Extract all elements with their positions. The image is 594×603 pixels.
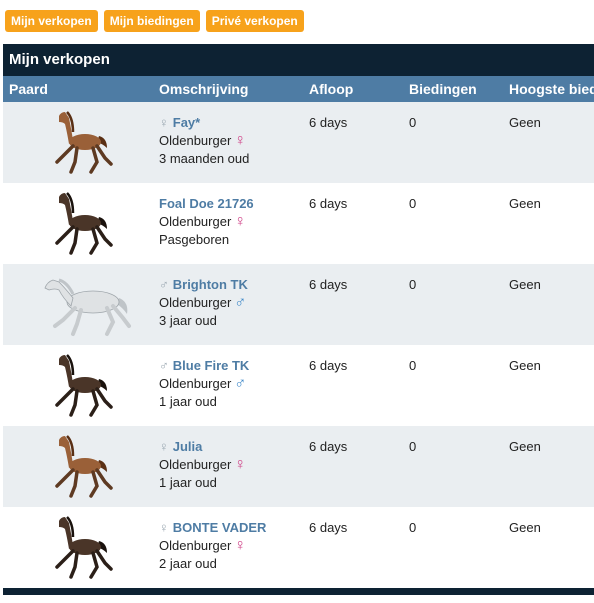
horse-name-link[interactable]: Foal Doe 21726	[159, 195, 254, 213]
horse-name-link[interactable]: ♀ Fay*	[159, 114, 249, 132]
column-header-hoogste-bieder: Hoogste bieder	[509, 81, 594, 97]
horse-image[interactable]	[33, 268, 133, 340]
horse-age: 2 jaar oud	[159, 556, 217, 571]
horse-breed: Oldenburger	[159, 376, 232, 391]
horse-image[interactable]	[33, 511, 133, 583]
hoogste-bieder-value: Geen	[509, 520, 541, 535]
column-header-omschrijving: Omschrijving	[159, 81, 249, 97]
female-icon: ♀	[234, 537, 247, 554]
biedingen-value: 0	[409, 439, 417, 454]
column-header-paard: Paard	[9, 81, 48, 97]
horse-description: ♀ Julia Oldenburger ♀ 1 jaar oud	[159, 438, 246, 492]
sex-marker-icon: ♂	[159, 277, 169, 292]
table-row: ♀ BONTE VADER Oldenburger ♀ 2 jaar oud 6 d…	[3, 507, 594, 588]
horse-age: 3 jaar oud	[159, 313, 217, 328]
horse-image[interactable]	[33, 430, 133, 502]
horse-description: ♂ Brighton TK Oldenburger ♂ 3 jaar oud	[159, 276, 248, 330]
afloop-value: 6 days	[309, 277, 348, 292]
horse-image[interactable]	[33, 349, 133, 421]
tab-bar: Mijn verkopen Mijn biedingen Privé verko…	[5, 10, 304, 32]
horse-breed: Oldenburger	[159, 457, 232, 472]
sex-marker-icon: ♀	[159, 520, 169, 535]
biedingen-value: 0	[409, 115, 417, 130]
horse-image[interactable]	[33, 106, 133, 178]
table-row: ♀ Fay* Oldenburger ♀ 3 maanden oud 6 days …	[3, 102, 594, 183]
tab-mijn-biedingen[interactable]: Mijn biedingen	[103, 10, 200, 32]
horse-breed: Oldenburger	[159, 214, 232, 229]
table-row: ♂ Blue Fire TK Oldenburger ♂ 1 jaar oud 6 …	[3, 345, 594, 426]
horse-breed: Oldenburger	[159, 295, 232, 310]
horse-age: Pasgeboren	[159, 232, 230, 247]
horse-breed: Oldenburger	[159, 133, 232, 148]
male-icon: ♂	[234, 375, 247, 392]
horse-description: ♂ Blue Fire TK Oldenburger ♂ 1 jaar oud	[159, 357, 249, 411]
column-header-afloop: Afloop	[309, 81, 354, 97]
horse-name: Fay*	[172, 115, 201, 130]
horse-breed: Oldenburger	[159, 538, 232, 553]
horse-age: 1 jaar oud	[159, 475, 217, 490]
horse-name-link[interactable]: ♀ Julia	[159, 438, 246, 456]
horse-name: Foal Doe 21726	[159, 196, 254, 211]
panel-title: Mijn verkopen	[3, 44, 594, 76]
tab-prive-verkopen[interactable]: Privé verkopen	[205, 10, 304, 32]
horse-description: ♀ BONTE VADER Oldenburger ♀ 2 jaar oud	[159, 519, 266, 573]
sales-panel: Mijn verkopen Paard Omschrijving Afloop …	[3, 44, 594, 595]
column-header-biedingen: Biedingen	[409, 81, 477, 97]
female-icon: ♀	[234, 132, 247, 149]
hoogste-bieder-value: Geen	[509, 439, 541, 454]
female-icon: ♀	[234, 213, 247, 230]
biedingen-value: 0	[409, 196, 417, 211]
afloop-value: 6 days	[309, 439, 348, 454]
horse-age: 1 jaar oud	[159, 394, 217, 409]
horse-name: Blue Fire TK	[172, 358, 250, 373]
horse-description: Foal Doe 21726 Oldenburger ♀ Pasgeboren	[159, 195, 254, 249]
female-icon: ♀	[234, 456, 247, 473]
table-header: Paard Omschrijving Afloop Biedingen Hoog…	[3, 76, 594, 102]
table-body: ♀ Fay* Oldenburger ♀ 3 maanden oud 6 days …	[3, 102, 594, 588]
afloop-value: 6 days	[309, 520, 348, 535]
horse-image[interactable]	[33, 187, 133, 259]
horse-name-link[interactable]: ♀ BONTE VADER	[159, 519, 266, 537]
hoogste-bieder-value: Geen	[509, 358, 541, 373]
sex-marker-icon: ♀	[159, 439, 169, 454]
afloop-value: 6 days	[309, 115, 348, 130]
afloop-value: 6 days	[309, 196, 348, 211]
hoogste-bieder-value: Geen	[509, 115, 541, 130]
sex-marker-icon: ♂	[159, 358, 169, 373]
horse-description: ♀ Fay* Oldenburger ♀ 3 maanden oud	[159, 114, 249, 168]
table-footer	[3, 588, 594, 595]
hoogste-bieder-value: Geen	[509, 196, 541, 211]
tab-mijn-verkopen[interactable]: Mijn verkopen	[5, 10, 98, 32]
biedingen-value: 0	[409, 358, 417, 373]
horse-name-link[interactable]: ♂ Blue Fire TK	[159, 357, 249, 375]
horse-name: BONTE VADER	[172, 520, 267, 535]
male-icon: ♂	[234, 294, 247, 311]
horse-name: Brighton TK	[172, 277, 248, 292]
afloop-value: 6 days	[309, 358, 348, 373]
biedingen-value: 0	[409, 277, 417, 292]
sex-marker-icon: ♀	[159, 115, 169, 130]
table-row: Foal Doe 21726 Oldenburger ♀ Pasgeboren 6…	[3, 183, 594, 264]
biedingen-value: 0	[409, 520, 417, 535]
horse-name-link[interactable]: ♂ Brighton TK	[159, 276, 248, 294]
horse-name: Julia	[172, 439, 203, 454]
hoogste-bieder-value: Geen	[509, 277, 541, 292]
horse-age: 3 maanden oud	[159, 151, 250, 166]
table-row: ♂ Brighton TK Oldenburger ♂ 3 jaar oud 6 d…	[3, 264, 594, 345]
table-row: ♀ Julia Oldenburger ♀ 1 jaar oud 6 days 0 …	[3, 426, 594, 507]
